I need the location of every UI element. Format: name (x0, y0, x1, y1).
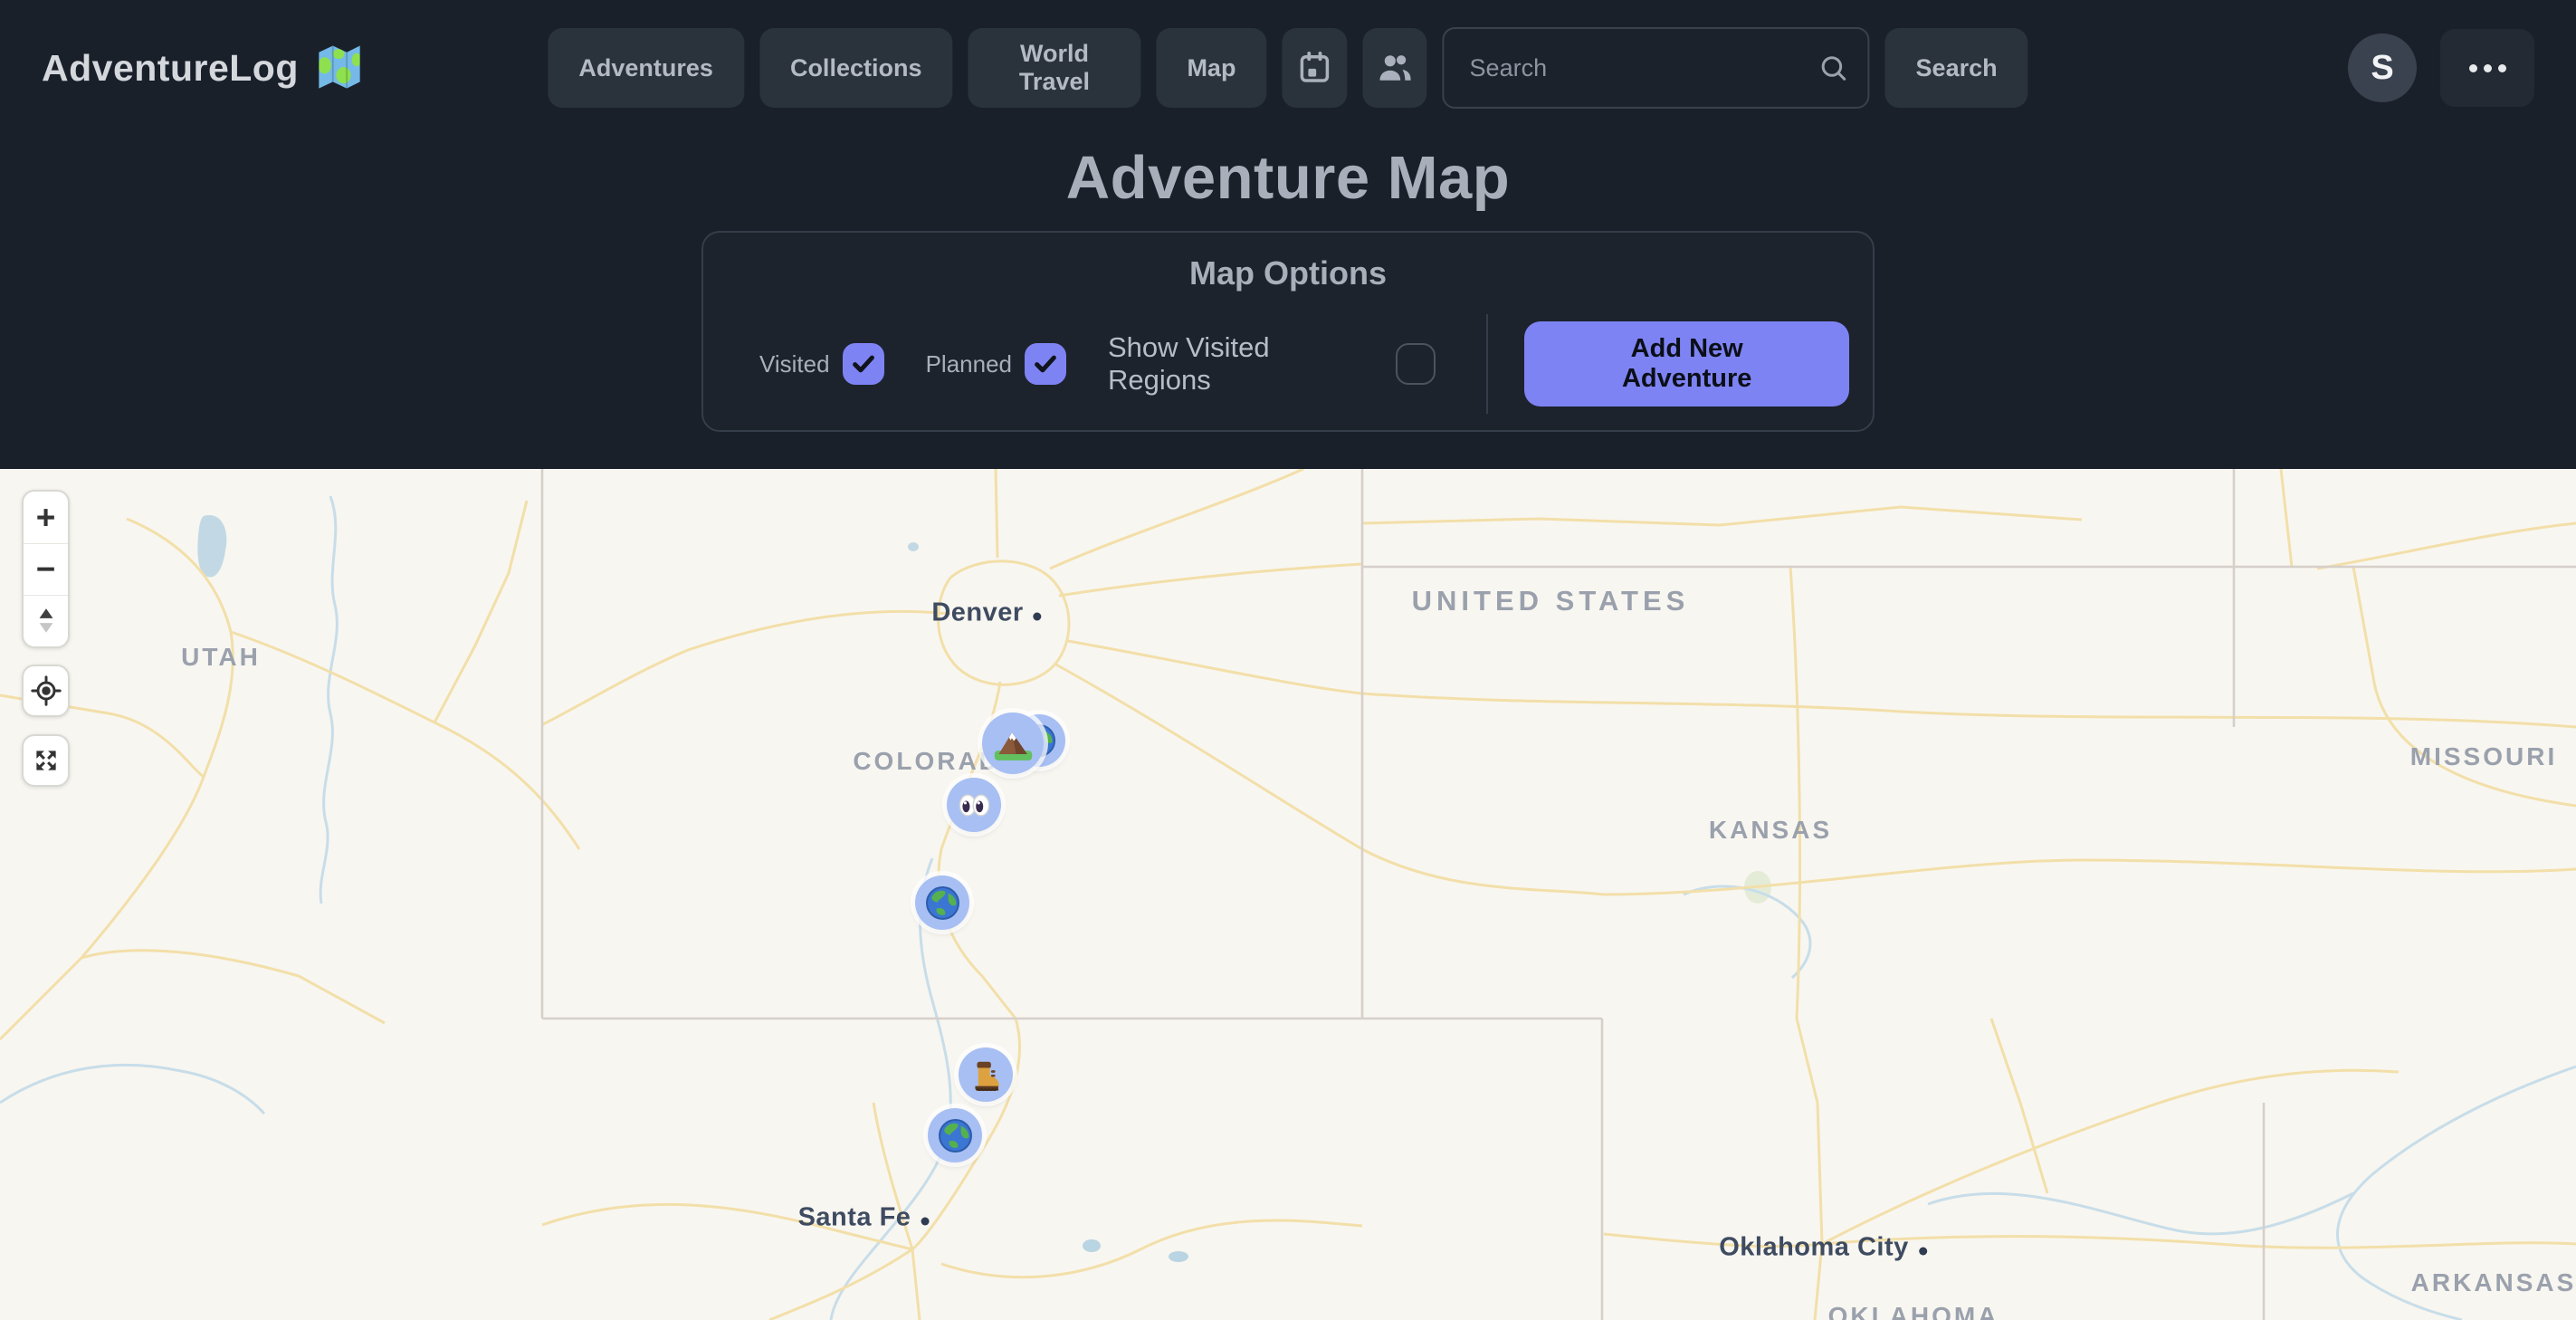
locate-icon (30, 674, 62, 707)
globe-emoji-icon (936, 1116, 975, 1155)
ellipsis-icon (2469, 64, 2477, 72)
show-visited-regions-toggle[interactable]: Show Visited Regions (1108, 331, 1436, 397)
users-icon (1375, 48, 1415, 88)
map-label-oklahoma-city: Oklahoma City (1719, 1233, 1927, 1263)
show-visited-regions-label: Show Visited Regions (1108, 331, 1372, 397)
planned-label: Planned (926, 350, 1012, 378)
map-options-title: Map Options (703, 254, 1873, 292)
visited-checkbox[interactable] (843, 343, 884, 385)
map-label-santa-fe: Santa Fe (798, 1203, 930, 1233)
visited-label: Visited (759, 350, 830, 378)
avatar-initial: S (2371, 49, 2393, 88)
fullscreen-icon (31, 745, 62, 776)
map-label-kansas: KANSAS (1709, 816, 1832, 845)
planned-toggle[interactable]: Planned (926, 343, 1066, 385)
show-visited-regions-checkbox[interactable] (1396, 343, 1436, 385)
nav-item-adventures[interactable]: Adventures (548, 28, 744, 108)
planned-checkbox[interactable] (1025, 343, 1066, 385)
map-label-arkansas: ARKANSAS (2411, 1268, 2576, 1297)
city-dot (1034, 613, 1042, 621)
map-label-utah: UTAH (181, 643, 261, 672)
city-dot (921, 1218, 929, 1226)
search-icon (1818, 52, 1850, 84)
overflow-menu-button[interactable] (2440, 29, 2534, 107)
users-button[interactable] (1362, 28, 1427, 108)
city-dot (1919, 1248, 1927, 1256)
map-label-oklahoma: OKLAHOMA (1828, 1302, 1999, 1320)
map-marker-eyes[interactable] (947, 778, 1001, 832)
navbar: AdventureLog Adventures Collections (0, 0, 2576, 136)
globe-emoji-icon (923, 884, 962, 923)
nav-item-map[interactable]: Map (1156, 28, 1266, 108)
map-label-missouri: MISSOURI (2410, 742, 2557, 771)
map-label-denver: Denver (931, 598, 1041, 628)
check-icon (1032, 350, 1059, 378)
map-options-row: Visited Planned (703, 314, 1873, 414)
options-divider (1486, 314, 1488, 414)
map-marker-mountain[interactable] (982, 713, 1044, 774)
map-rivers (0, 496, 2576, 1320)
search-button[interactable]: Search (1885, 28, 2028, 108)
mountain-emoji-icon (991, 722, 1035, 766)
zoom-out-button[interactable]: − (24, 543, 68, 595)
nav-item-collections[interactable]: Collections (759, 28, 953, 108)
map-marker-globe[interactable] (915, 875, 969, 930)
zoom-in-button[interactable]: + (24, 492, 68, 543)
logo-text: AdventureLog (42, 47, 299, 90)
visited-toggle[interactable]: Visited (759, 343, 884, 385)
add-new-adventure-button[interactable]: Add New Adventure (1524, 321, 1849, 407)
navbar-right: S (2348, 29, 2534, 107)
logo[interactable]: AdventureLog (42, 42, 366, 94)
adventurelog-app: AdventureLog Adventures Collections (0, 0, 2576, 1320)
eyes-emoji-icon (955, 786, 994, 825)
map-marker-boot[interactable] (959, 1047, 1013, 1102)
nav-item-world-travel[interactable]: World Travel (968, 28, 1140, 108)
map-container[interactable]: UTAHCOLORADOUNITED STATESKANSASMISSOURIA… (0, 469, 2576, 1320)
map-roads (0, 469, 2576, 1320)
avatar[interactable]: S (2348, 33, 2417, 102)
search-field-wrap (1443, 27, 1870, 109)
map-options-card: Map Options Visited Planned (701, 231, 1875, 432)
nav-menu: Adventures Collections World Travel Map (548, 27, 2027, 109)
calendar-button[interactable] (1282, 28, 1347, 108)
locate-button[interactable] (22, 665, 70, 717)
page-title: Adventure Map (0, 143, 2576, 213)
calendar-icon (1295, 49, 1333, 87)
map-marker-globe[interactable] (928, 1108, 982, 1162)
compass-pitch-button[interactable] (24, 595, 68, 646)
map-label-united-states: UNITED STATES (1412, 585, 1690, 617)
map-emoji-icon (313, 42, 366, 94)
compass-icon (31, 603, 62, 639)
fullscreen-button[interactable] (22, 734, 70, 787)
header: AdventureLog Adventures Collections (0, 0, 2576, 469)
map-zoom-controls: + − (22, 490, 70, 648)
map-basemap (0, 469, 2576, 1320)
search-input[interactable] (1443, 27, 1870, 109)
toggle-group: Visited Planned (759, 331, 1436, 397)
boot-emoji-icon (967, 1056, 1006, 1095)
check-icon (850, 350, 877, 378)
